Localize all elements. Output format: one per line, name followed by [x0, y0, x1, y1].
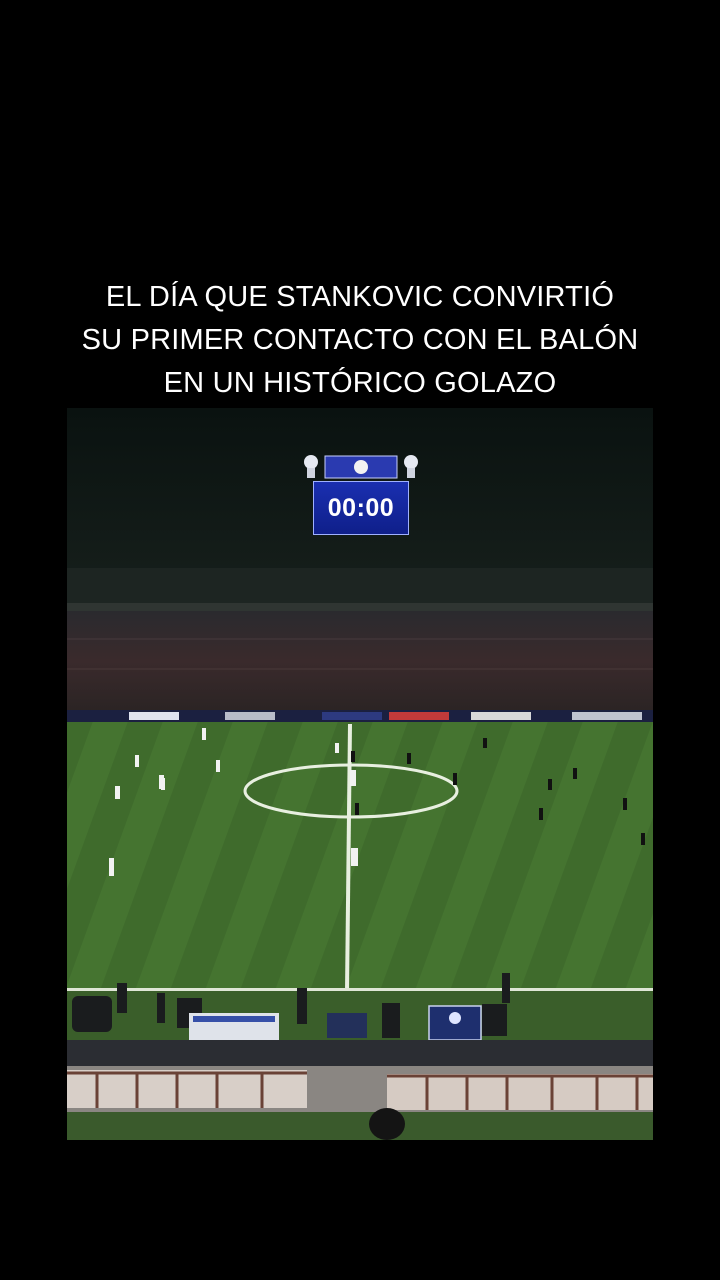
caption-line-1: EL DÍA QUE STANKOVIC CONVIRTIÓ [105, 281, 615, 313]
video-frame[interactable]: 00:00 [67, 408, 653, 1140]
caption-line-3: EN UN HISTÓRICO GOLAZO [163, 367, 557, 399]
spectator-head [369, 1108, 405, 1140]
trophy-icon-right [404, 455, 418, 469]
video-caption: EL DÍA QUE STANKOVIC CONVIRTIÓ SU PRIMER… [0, 276, 720, 405]
scoreboard-header [304, 455, 418, 479]
trophy-icon-left [304, 455, 318, 469]
crowd-stand [67, 611, 653, 711]
match-time: 00:00 [327, 493, 395, 522]
ball-icon [354, 460, 368, 474]
caption-line-2: SU PRIMER CONTACTO CON EL BALÓN [81, 324, 639, 356]
match-clock: 00:00 [313, 481, 409, 535]
lower-barrier [67, 1040, 653, 1066]
touchline [67, 988, 653, 991]
